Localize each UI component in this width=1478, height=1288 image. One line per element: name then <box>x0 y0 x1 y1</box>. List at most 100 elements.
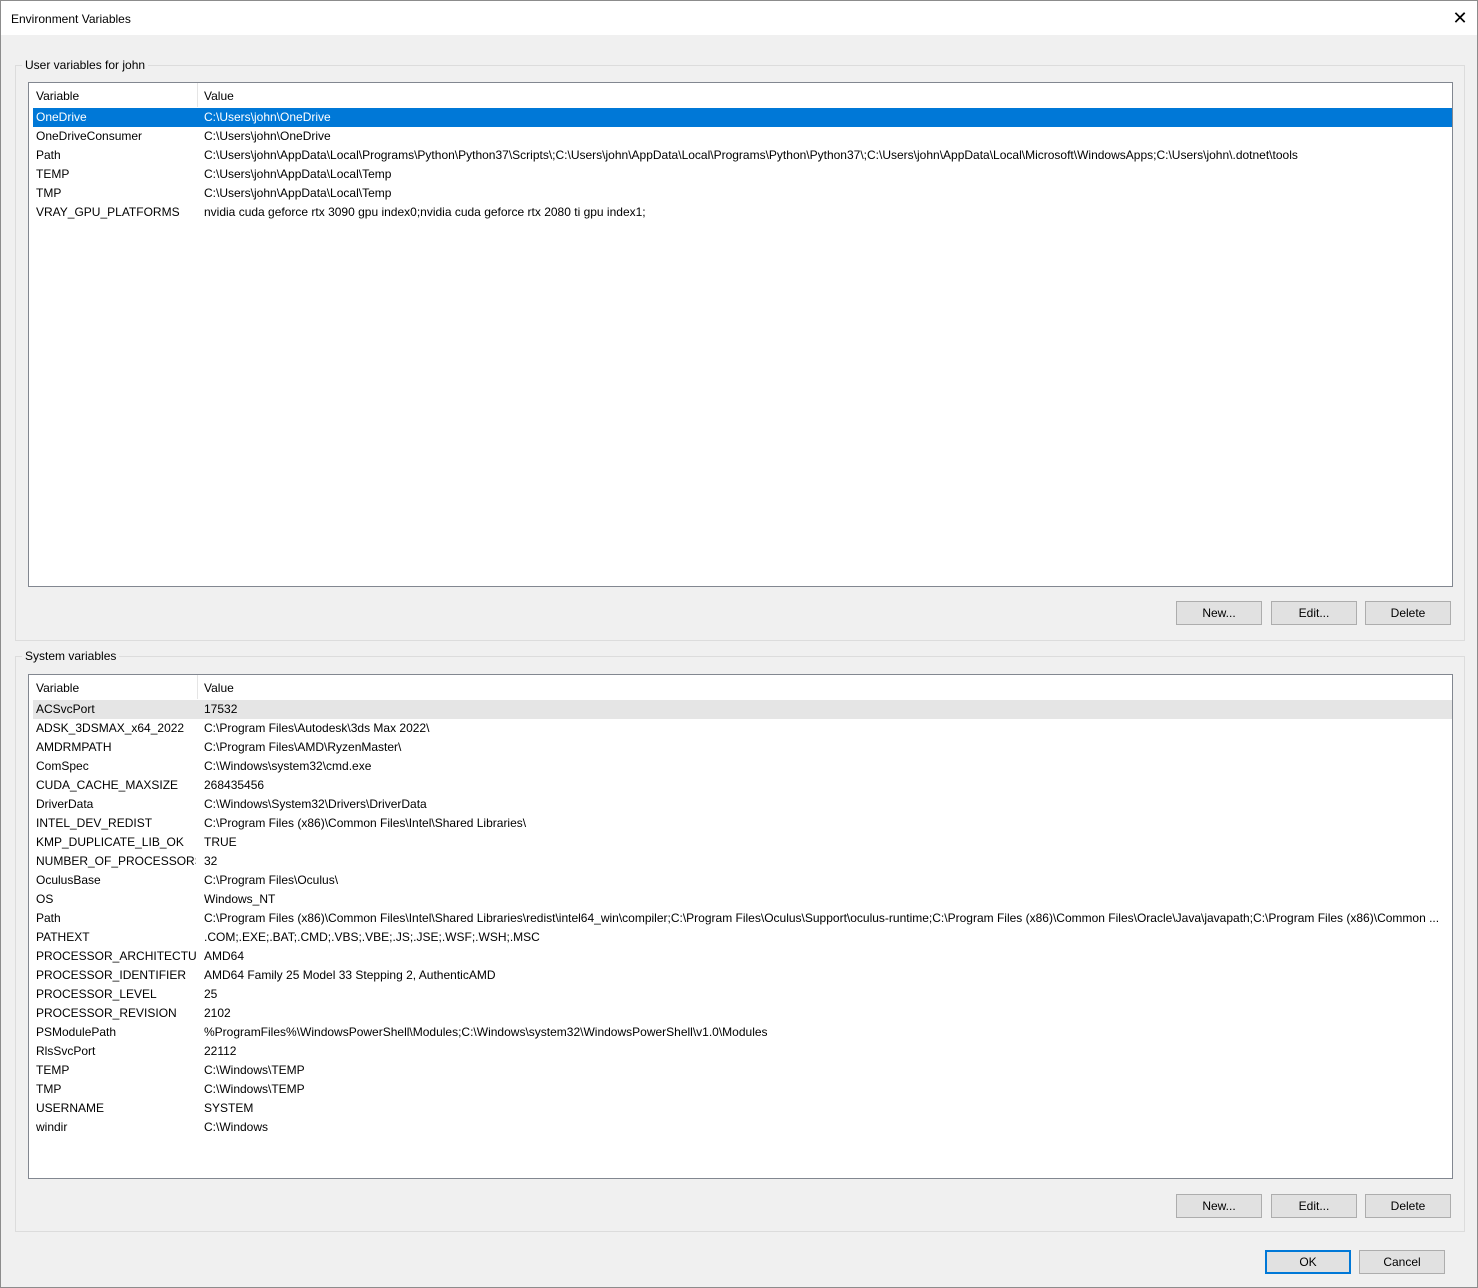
variable-name: PROCESSOR_REVISION <box>36 1006 177 1020</box>
user-variables-list[interactable]: Variable Value OneDrive C:\Users\john\One… <box>28 82 1453 587</box>
list-item[interactable]: PROCESSOR_LEVEL 25 <box>33 985 1452 1004</box>
list-item[interactable]: Path C:\Users\john\AppData\Local\Programs… <box>33 146 1452 165</box>
variable-name: AMDRMPATH <box>36 740 112 754</box>
variable-name: OneDrive <box>36 110 87 124</box>
variable-value: C:\Windows\TEMP <box>204 1082 305 1096</box>
variable-value: 25 <box>204 987 218 1001</box>
variable-value: nvidia cuda geforce rtx 3090 gpu index0;… <box>204 205 646 219</box>
list-item[interactable]: AMDRMPATH C:\Program Files\AMD\RyzenMaste… <box>33 738 1452 757</box>
system-edit-button[interactable]: Edit... <box>1271 1194 1357 1218</box>
list-item[interactable]: KMP_DUPLICATE_LIB_OK TRUE <box>33 833 1452 852</box>
variable-value: AMD64 <box>204 949 245 963</box>
list-item[interactable]: PATHEXT .COM;.EXE;.BAT;.CMD;.VBS;.VBE;.JS… <box>33 928 1452 947</box>
variable-name: TEMP <box>36 1063 70 1077</box>
variable-name: ADSK_3DSMAX_x64_2022 <box>36 721 185 735</box>
variable-name: PATHEXT <box>36 930 90 944</box>
list-item[interactable]: INTEL_DEV_REDIST C:\Program Files (x86)\C… <box>33 814 1452 833</box>
variable-value: C:\Users\john\OneDrive <box>204 129 331 143</box>
ok-button[interactable]: OK <box>1265 1250 1351 1274</box>
list-item[interactable]: NUMBER_OF_PROCESSORS 32 <box>33 852 1452 871</box>
user-delete-button[interactable]: Delete <box>1365 601 1451 625</box>
list-item[interactable]: ADSK_3DSMAX_x64_2022 C:\Program Files\Aut… <box>33 719 1452 738</box>
variable-name: PROCESSOR_ARCHITECTURE <box>36 949 196 963</box>
cancel-button[interactable]: Cancel <box>1359 1250 1445 1274</box>
user-variables-label: User variables for john <box>22 58 149 72</box>
variable-name: OS <box>36 892 54 906</box>
variable-name: TEMP <box>36 167 70 181</box>
variable-value: Windows_NT <box>204 892 276 906</box>
list-item[interactable]: TEMP C:\Windows\TEMP <box>33 1061 1452 1080</box>
list-item[interactable]: TEMP C:\Users\john\AppData\Local\Temp <box>33 165 1452 184</box>
list-item[interactable]: VRAY_GPU_PLATFORMS nvidia cuda geforce rt… <box>33 203 1452 222</box>
list-item[interactable]: PROCESSOR_REVISION 2102 <box>33 1004 1452 1023</box>
variable-value: 22112 <box>204 1044 237 1058</box>
list-item[interactable]: OneDrive C:\Users\john\OneDrive <box>33 108 1452 127</box>
variable-value: C:\Windows\TEMP <box>204 1063 305 1077</box>
list-item[interactable]: ACSvcPort 17532 <box>33 700 1452 719</box>
variable-name: ComSpec <box>36 759 89 773</box>
variable-value: C:\Program Files\Autodesk\3ds Max 2022\ <box>204 721 430 735</box>
user-edit-button[interactable]: Edit... <box>1271 601 1357 625</box>
column-header-variable[interactable]: Variable <box>29 83 198 107</box>
window-title: Environment Variables <box>11 12 131 26</box>
variable-value: 17532 <box>204 702 238 716</box>
variable-value: 2102 <box>204 1006 231 1020</box>
list-item[interactable]: OS Windows_NT <box>33 890 1452 909</box>
system-delete-button[interactable]: Delete <box>1365 1194 1451 1218</box>
list-item[interactable]: TMP C:\Windows\TEMP <box>33 1080 1452 1099</box>
variable-name: RlsSvcPort <box>36 1044 96 1058</box>
list-item[interactable]: TMP C:\Users\john\AppData\Local\Temp <box>33 184 1452 203</box>
variable-name: DriverData <box>36 797 94 811</box>
column-header-value[interactable]: Value <box>198 675 1452 699</box>
variable-value: AMD64 Family 25 Model 33 Stepping 2, Aut… <box>204 968 496 982</box>
list-item[interactable]: Path C:\Program Files (x86)\Common Files\… <box>33 909 1452 928</box>
variable-name: KMP_DUPLICATE_LIB_OK <box>36 835 184 849</box>
variable-value: C:\Program Files\Oculus\ <box>204 873 339 887</box>
column-header-value[interactable]: Value <box>198 83 1452 107</box>
variable-name: TMP <box>36 186 62 200</box>
variable-name: Path <box>36 911 61 925</box>
list-item[interactable]: CUDA_CACHE_MAXSIZE 268435456 <box>33 776 1452 795</box>
variable-value: C:\Program Files (x86)\Common Files\Inte… <box>204 816 527 830</box>
variable-value: TRUE <box>204 835 237 849</box>
list-item[interactable]: PSModulePath %ProgramFiles%\WindowsPowerS… <box>33 1023 1452 1042</box>
list-item[interactable]: OculusBase C:\Program Files\Oculus\ <box>33 871 1452 890</box>
user-new-button[interactable]: New... <box>1176 601 1262 625</box>
variable-value: C:\Windows\System32\Drivers\DriverData <box>204 797 427 811</box>
variable-value: C:\Windows\system32\cmd.exe <box>204 759 372 773</box>
variable-name: USERNAME <box>36 1101 105 1115</box>
list-item[interactable]: USERNAME SYSTEM <box>33 1099 1452 1118</box>
variable-value: C:\Windows <box>204 1120 269 1134</box>
system-list-rows: ACSvcPort 17532 ADSK_3DSMAX_x64_2022 C:\Pro… <box>33 700 1452 1137</box>
variable-value: C:\Users\john\AppData\Local\Programs\Pyt… <box>204 148 1298 162</box>
user-list-header: Variable Value <box>29 83 1452 107</box>
variable-name: ACSvcPort <box>36 702 95 716</box>
variable-name: VRAY_GPU_PLATFORMS <box>36 205 180 219</box>
variable-name: INTEL_DEV_REDIST <box>36 816 153 830</box>
variable-name: OculusBase <box>36 873 101 887</box>
system-list-header: Variable Value <box>29 675 1452 699</box>
variable-name: Path <box>36 148 61 162</box>
list-item[interactable]: windir C:\Windows <box>33 1118 1452 1137</box>
variable-value: C:\Users\john\AppData\Local\Temp <box>204 186 392 200</box>
list-item[interactable]: PROCESSOR_IDENTIFIER AMD64 Family 25 Mode… <box>33 966 1452 985</box>
variable-name: windir <box>36 1120 68 1134</box>
list-item[interactable]: RlsSvcPort 22112 <box>33 1042 1452 1061</box>
list-item[interactable]: DriverData C:\Windows\System32\Drivers\Dr… <box>33 795 1452 814</box>
variable-name: OneDriveConsumer <box>36 129 143 143</box>
list-item[interactable]: PROCESSOR_ARCHITECTURE AMD64 <box>33 947 1452 966</box>
variable-name: PSModulePath <box>36 1025 117 1039</box>
variable-value: C:\Users\john\AppData\Local\Temp <box>204 167 392 181</box>
variable-value: C:\Program Files\AMD\RyzenMaster\ <box>204 740 402 754</box>
variable-value: C:\Users\john\OneDrive <box>204 110 331 124</box>
column-header-variable[interactable]: Variable <box>29 675 198 699</box>
list-item[interactable]: OneDriveConsumer C:\Users\john\OneDrive <box>33 127 1452 146</box>
user-list-rows: OneDrive C:\Users\john\OneDrive OneDriveCo… <box>33 108 1452 222</box>
variable-value: C:\Program Files (x86)\Common Files\Inte… <box>204 911 1440 925</box>
environment-variables-dialog: Environment Variables ✕ User variables f… <box>0 0 1478 1288</box>
list-item[interactable]: ComSpec C:\Windows\system32\cmd.exe <box>33 757 1452 776</box>
variable-name: PROCESSOR_LEVEL <box>36 987 157 1001</box>
system-new-button[interactable]: New... <box>1176 1194 1262 1218</box>
close-icon[interactable]: ✕ <box>1443 1 1477 35</box>
system-variables-list[interactable]: Variable Value ACSvcPort 17532 ADSK_3DSMAX… <box>28 674 1453 1179</box>
